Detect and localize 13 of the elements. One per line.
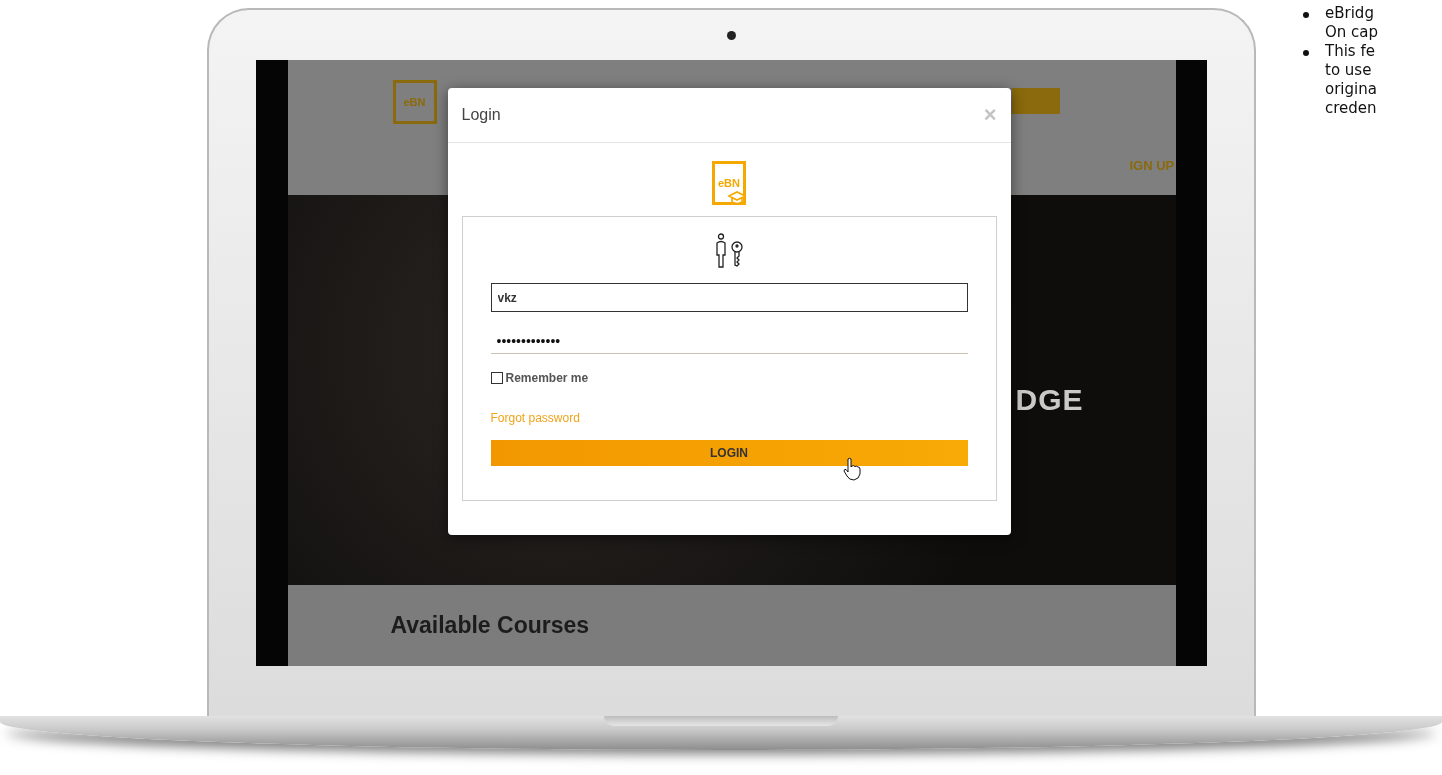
login-button[interactable]: LOGIN xyxy=(490,440,968,466)
bullet-icon xyxy=(1303,50,1309,56)
dialog-title: Login xyxy=(461,106,501,124)
note-text: eBridg On cap xyxy=(1325,4,1379,42)
hero-heading: DGE xyxy=(1015,383,1084,417)
bullet-icon xyxy=(1303,12,1309,18)
logo: eBN xyxy=(712,161,746,205)
remember-me-checkbox[interactable]: Remember me xyxy=(490,371,968,385)
pointer-cursor-icon xyxy=(842,457,861,481)
note-text: This fe to use origina creden xyxy=(1325,42,1377,118)
camera-icon xyxy=(727,30,736,40)
section-title: Available Courses xyxy=(390,612,590,639)
username-field[interactable]: vkz xyxy=(490,283,968,312)
